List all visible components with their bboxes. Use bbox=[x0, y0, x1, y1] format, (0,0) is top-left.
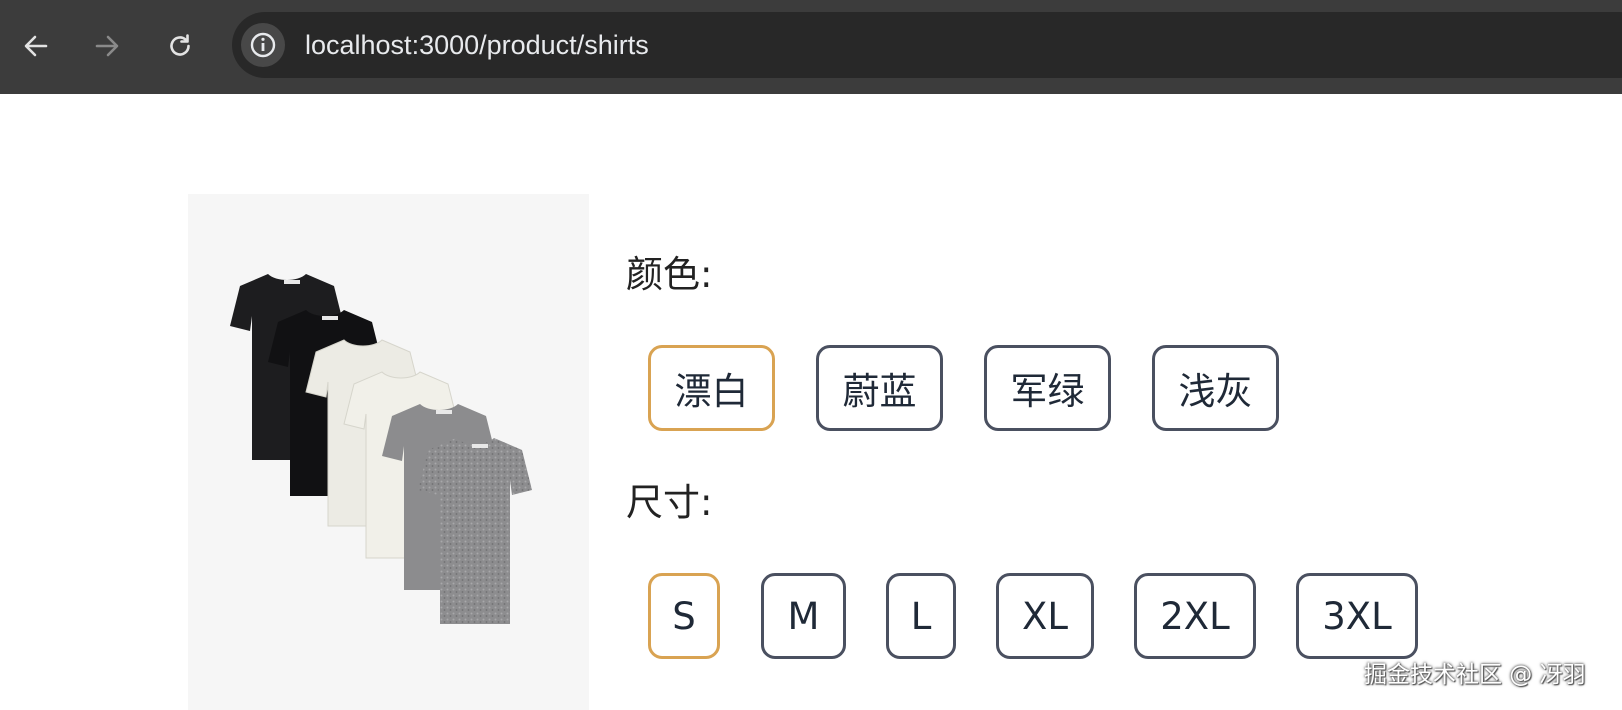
browser-toolbar: localhost:3000/product/shirts bbox=[0, 0, 1622, 94]
reload-icon bbox=[170, 34, 190, 56]
color-option-light-grey[interactable]: 浅灰 bbox=[1152, 345, 1279, 431]
size-option-2xl[interactable]: 2XL bbox=[1134, 573, 1256, 659]
forward-button[interactable] bbox=[84, 23, 130, 69]
color-label: 颜色: bbox=[626, 253, 713, 296]
size-option-3xl[interactable]: 3XL bbox=[1296, 573, 1418, 659]
reload-button[interactable] bbox=[157, 23, 203, 69]
watermark: 掘金技术社区 @ 冴羽 bbox=[1364, 662, 1586, 688]
back-arrow-icon bbox=[24, 35, 48, 57]
forward-arrow-icon bbox=[95, 35, 119, 57]
info-icon bbox=[250, 32, 276, 58]
color-option-bleached-white[interactable]: 漂白 bbox=[648, 345, 775, 431]
color-option-azure[interactable]: 蔚蓝 bbox=[816, 345, 943, 431]
color-option-army-green[interactable]: 军绿 bbox=[984, 345, 1111, 431]
back-button[interactable] bbox=[13, 23, 59, 69]
address-bar[interactable]: localhost:3000/product/shirts bbox=[232, 12, 1622, 78]
url-text[interactable]: localhost:3000/product/shirts bbox=[305, 12, 649, 78]
size-option-m[interactable]: M bbox=[761, 573, 846, 659]
tshirts-illustration bbox=[230, 274, 532, 624]
size-option-xl[interactable]: XL bbox=[996, 573, 1094, 659]
product-image bbox=[188, 194, 589, 710]
size-option-l[interactable]: L bbox=[886, 573, 956, 659]
size-label: 尺寸: bbox=[626, 481, 713, 524]
size-option-s[interactable]: S bbox=[648, 573, 720, 659]
site-info-button[interactable] bbox=[241, 23, 285, 67]
